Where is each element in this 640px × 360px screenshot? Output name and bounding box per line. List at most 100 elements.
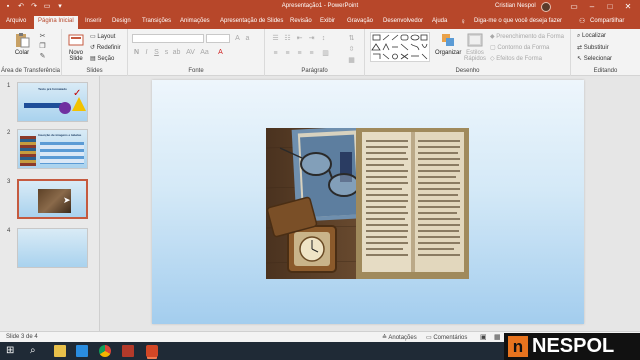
shadow-icon[interactable]: s	[162, 48, 171, 57]
current-slide[interactable]	[152, 80, 584, 324]
select-button[interactable]: ↖ Selecionar	[577, 55, 612, 62]
tab-arquivo[interactable]: Arquivo	[6, 18, 26, 24]
quick-styles-button[interactable]: Estilos Rápidos	[462, 32, 488, 62]
group-paragraph: ☰ ☷ ⇤ ⇥ ↕ ⇅ ⇳ ▦ ≡ ≡ ≡ ≡ ▥ Parágrafo	[265, 29, 365, 76]
arrange-icon	[442, 34, 454, 46]
thumb-circle	[59, 102, 71, 114]
tab-apresentacao[interactable]: Apresentação de Slides	[220, 18, 283, 24]
avatar[interactable]	[541, 2, 551, 12]
tab-transicoes[interactable]: Transições	[142, 18, 171, 24]
minimize-icon[interactable]: –	[584, 1, 600, 13]
format-painter-icon[interactable]: ✎	[38, 52, 47, 61]
align-text-icon[interactable]: ⇳	[347, 45, 356, 54]
app-icon[interactable]	[122, 345, 134, 357]
underline-icon[interactable]: S	[152, 48, 161, 57]
tab-inserir[interactable]: Inserir	[85, 18, 102, 24]
tab-pagina-inicial[interactable]: Página Inicial	[34, 16, 78, 29]
group-label: Parágrafo	[301, 68, 328, 74]
books-glasses-photo[interactable]	[266, 128, 469, 279]
shrink-font-icon[interactable]: a	[243, 34, 252, 43]
align-right-icon[interactable]: ≡	[295, 49, 304, 58]
group-label: Fonte	[188, 68, 204, 74]
file-explorer-icon[interactable]	[54, 345, 66, 357]
tab-ajuda[interactable]: Ajuda	[432, 18, 447, 24]
user-name[interactable]: Cristian Nespol	[495, 3, 536, 9]
numbering-icon[interactable]: ☷	[283, 34, 292, 43]
share-icon: ⚇	[579, 18, 586, 25]
bullets-icon[interactable]: ☰	[271, 34, 280, 43]
chrome-icon[interactable]	[99, 345, 111, 357]
arrange-button[interactable]: Organizar	[435, 32, 461, 56]
brand-name: NESPOL	[532, 335, 615, 357]
thumb-title: Inserção de imagens e tabelas	[38, 133, 82, 137]
italic-icon[interactable]: I	[142, 48, 151, 57]
group-label: Editando	[593, 68, 618, 74]
close-icon[interactable]: ✕	[620, 1, 636, 13]
shape-outline-button[interactable]: ▢ Contorno da Forma	[490, 44, 549, 51]
slide-number: 1	[7, 83, 11, 89]
slide-thumb-2[interactable]: Inserção de imagens e tabelas	[17, 129, 88, 169]
tab-exibir[interactable]: Exibir	[320, 18, 335, 24]
shape-effects-button[interactable]: ◇ Efeitos de Forma	[490, 55, 542, 62]
windows-start-icon[interactable]: ⊞	[6, 345, 18, 357]
mouse-cursor-icon: ➤	[63, 195, 71, 205]
font-name-box[interactable]	[132, 34, 204, 43]
group-clipboard: Colar ✂ ❐ ✎ Área de Transferência	[0, 29, 62, 76]
maximize-icon[interactable]: □	[602, 1, 618, 13]
slide-thumb-1[interactable]: Texto pré formatado ✓	[17, 82, 88, 122]
group-slides: Novo Slide ▭ Layout ↺ Redefinir ▤ Seção …	[62, 29, 128, 76]
check-icon: ✓	[73, 88, 82, 99]
slide-thumb-4[interactable]	[17, 228, 88, 268]
slide-number: 3	[7, 179, 11, 185]
tab-revisao[interactable]: Revisão	[290, 18, 312, 24]
photo-illustration	[266, 128, 469, 279]
search-icon[interactable]: ⌕	[30, 345, 42, 357]
columns-icon[interactable]: ▥	[321, 49, 330, 58]
normal-view-icon[interactable]: ▣	[480, 333, 487, 341]
grow-font-icon[interactable]: A	[233, 34, 242, 43]
thumb-books-image	[20, 136, 36, 166]
strikethrough-icon[interactable]: ab	[172, 48, 181, 57]
center-icon[interactable]: ≡	[283, 49, 292, 58]
align-left-icon[interactable]: ≡	[271, 49, 280, 58]
store-icon[interactable]	[76, 345, 88, 357]
powerpoint-icon[interactable]	[146, 345, 158, 357]
slide-thumb-3[interactable]: ➤	[17, 179, 88, 219]
font-size-box[interactable]	[206, 34, 230, 43]
group-font: A a N I S s ab AV Aa A Fonte	[128, 29, 265, 76]
tab-animacoes[interactable]: Animações	[180, 18, 210, 24]
comments-button[interactable]: ▭ Comentários	[426, 334, 467, 341]
reset-button[interactable]: ↺ Redefinir	[90, 44, 121, 51]
paste-button[interactable]: Colar	[8, 32, 36, 56]
tab-desenvolvedor[interactable]: Desenvolvedor	[383, 18, 423, 24]
shape-fill-button[interactable]: ◆ Preenchimento da Forma	[490, 33, 564, 40]
bold-icon[interactable]: N	[132, 48, 141, 57]
find-button[interactable]: ⌕ Localizar	[577, 33, 606, 40]
layout-button[interactable]: ▭ Layout	[90, 33, 115, 40]
tell-me-box[interactable]: Diga-me o que você deseja fazer	[474, 18, 562, 24]
smartart-icon[interactable]: ▦	[347, 56, 356, 65]
increase-indent-icon[interactable]: ⇥	[307, 34, 316, 43]
justify-icon[interactable]: ≡	[307, 49, 316, 58]
font-color-icon[interactable]: A	[216, 48, 225, 57]
brand-watermark: n NESPOL	[504, 333, 640, 360]
cut-icon[interactable]: ✂	[38, 32, 47, 41]
replace-button[interactable]: ⇄ Substituir	[577, 44, 609, 51]
text-direction-icon[interactable]: ⇅	[347, 34, 356, 43]
shapes-gallery[interactable]	[370, 32, 430, 62]
sorter-view-icon[interactable]: ▦	[494, 333, 501, 341]
spacing-icon[interactable]: AV	[186, 48, 195, 57]
notes-button[interactable]: ≙ Anotações	[382, 334, 417, 341]
paste-icon	[16, 33, 30, 48]
new-slide-button[interactable]: Novo Slide	[65, 32, 87, 62]
ribbon-options-icon[interactable]: ▭	[566, 1, 582, 13]
tab-gravacao[interactable]: Gravação	[347, 18, 373, 24]
line-spacing-icon[interactable]: ↕	[319, 34, 328, 43]
case-icon[interactable]: Aa	[200, 48, 209, 57]
share-button[interactable]: Compartilhar	[590, 18, 624, 24]
tab-design[interactable]: Design	[112, 18, 131, 24]
decrease-indent-icon[interactable]: ⇤	[295, 34, 304, 43]
section-button[interactable]: ▤ Seção	[90, 55, 114, 62]
copy-icon[interactable]: ❐	[38, 42, 47, 51]
window-controls: ▭ – □ ✕	[566, 1, 636, 13]
